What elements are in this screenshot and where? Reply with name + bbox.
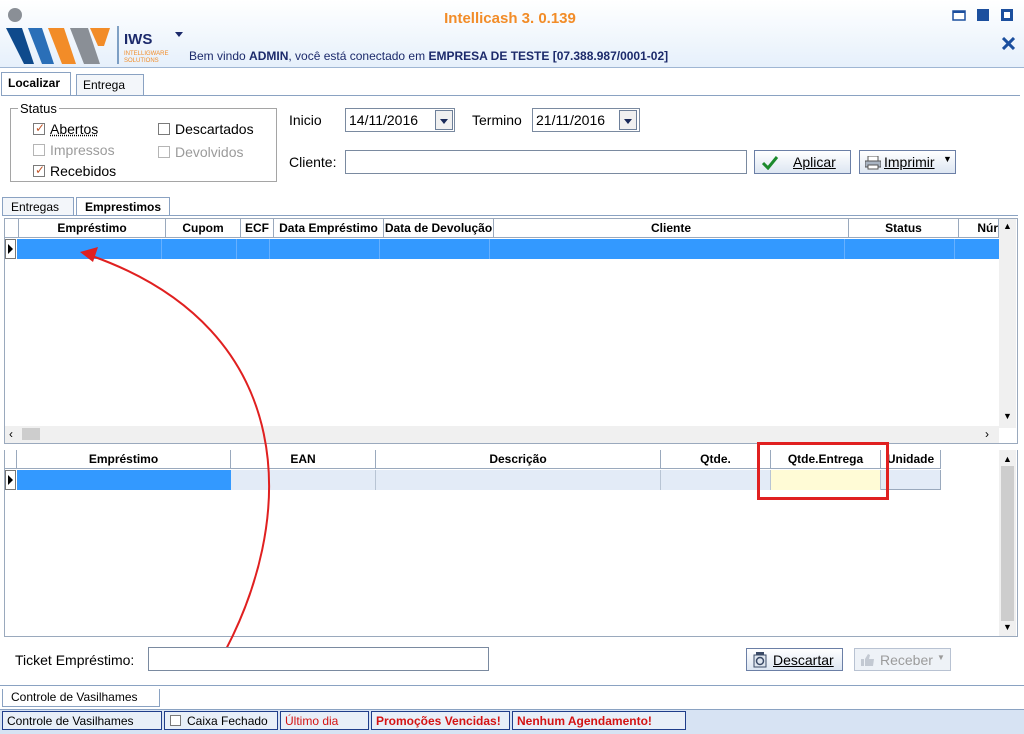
grid-header-emprestimo-item[interactable]: Empréstimo <box>17 450 231 469</box>
table-row-cell-emprestimo[interactable] <box>17 470 231 490</box>
grid-header-status[interactable]: Status <box>849 219 959 238</box>
emprestimos-grid: Empréstimo Cupom ECF Data Empréstimo Dat… <box>4 218 1018 444</box>
caixa-checkbox-icon <box>170 715 181 726</box>
svg-text:INTELLIGWARE: INTELLIGWARE <box>124 51 168 57</box>
status-legend: Status <box>18 101 59 116</box>
devolvidos-label: Devolvidos <box>175 144 244 160</box>
restore-icon[interactable] <box>1000 8 1014 22</box>
grid-header-numero[interactable]: Núr <box>959 219 999 238</box>
recebidos-checkbox[interactable] <box>33 163 45 177</box>
logo-text: IWS <box>124 31 152 48</box>
descartados-label: Descartados <box>175 121 254 137</box>
close-icon[interactable] <box>1002 37 1015 50</box>
logo-menu-dropdown-icon[interactable] <box>175 32 183 38</box>
vertical-scrollbar[interactable]: ▲ ▼ <box>999 219 1016 428</box>
table-row[interactable] <box>17 239 999 259</box>
status-caixa: Caixa Fechado <box>164 711 278 730</box>
cliente-input[interactable] <box>345 150 747 174</box>
grid-header-qtde[interactable]: Qtde. <box>661 450 771 469</box>
tab-localizar[interactable]: Localizar <box>1 72 71 96</box>
checkmark-icon <box>761 156 779 170</box>
divider <box>2 215 1018 216</box>
ticket-label: Ticket Empréstimo: <box>15 652 135 668</box>
grid-header-ean[interactable]: EAN <box>231 450 376 469</box>
grid-header-cupom[interactable]: Cupom <box>166 219 241 238</box>
inicio-dropdown-button[interactable] <box>435 110 453 130</box>
table-row-cell-ean[interactable] <box>231 470 376 490</box>
tab-entrega[interactable]: Entrega <box>76 74 144 96</box>
grid-header-unidade[interactable]: Unidade <box>881 450 941 469</box>
status-agendamento: Nenhum Agendamento! <box>512 711 686 730</box>
imprimir-button[interactable]: Imprimir ▼ <box>859 150 956 174</box>
tab-emprestimos[interactable]: Emprestimos <box>76 197 170 216</box>
receber-button: Receber ▼ <box>854 648 951 671</box>
inicio-label: Inicio <box>289 112 322 128</box>
descartados-checkbox[interactable] <box>158 123 170 135</box>
grid-header-descricao[interactable]: Descrição <box>376 450 661 469</box>
table-row-cell-qtde[interactable] <box>661 470 771 490</box>
abertos-checkbox[interactable] <box>33 121 45 135</box>
chevron-down-icon: ▼ <box>943 154 952 164</box>
impressos-label: Impressos <box>50 142 115 158</box>
termino-label: Termino <box>472 112 522 128</box>
annotation-highlight-box <box>757 442 889 500</box>
status-ultimo-dia: Último dia <box>280 711 369 730</box>
grid-header-data-emprestimo[interactable]: Data Empréstimo <box>274 219 384 238</box>
status-promocoes: Promoções Vencidas! <box>371 711 510 730</box>
horizontal-scrollbar[interactable]: ‹ › <box>5 426 999 443</box>
svg-text:SOLUTIONS: SOLUTIONS <box>124 58 159 64</box>
app-title: Intellicash 3. 0.139 <box>444 10 576 27</box>
row-indicator-icon <box>5 470 16 490</box>
ticket-input[interactable] <box>148 647 489 671</box>
table-row-cell-descricao[interactable] <box>376 470 661 490</box>
row-indicator-icon <box>5 239 16 259</box>
grid-header-data-devolucao[interactable]: Data de Devolução <box>384 219 494 238</box>
status-module: Controle de Vasilhames <box>2 711 162 730</box>
vertical-scrollbar[interactable]: ▲ ▼ <box>999 450 1016 636</box>
grid-header-ecf[interactable]: ECF <box>241 219 274 238</box>
table-row-cell-unidade[interactable] <box>881 470 941 490</box>
tab-entregas[interactable]: Entregas <box>2 197 74 216</box>
minimize-icon[interactable] <box>952 8 966 22</box>
printer-icon <box>865 156 881 170</box>
aplicar-button[interactable]: Aplicar <box>754 150 851 174</box>
termino-dropdown-button[interactable] <box>619 110 637 130</box>
abertos-label: Abertos <box>50 121 99 137</box>
divider <box>0 685 1024 686</box>
grid-header-cliente[interactable]: Cliente <box>494 219 849 238</box>
devolvidos-checkbox <box>158 146 170 158</box>
descartar-button[interactable]: Descartar <box>746 648 843 671</box>
grid-header-emprestimo[interactable]: Empréstimo <box>19 219 166 238</box>
grid-header-indicator <box>5 450 17 469</box>
iws-logo: IWS INTELLIGWARE SOLUTIONS <box>6 8 168 64</box>
welcome-message: Bem vindo ADMIN, você está conectado em … <box>189 49 669 63</box>
tab-controle-vasilhames[interactable]: Controle de Vasilhames <box>2 689 160 707</box>
recebidos-label: Recebidos <box>50 163 117 179</box>
cliente-label: Cliente: <box>289 154 337 170</box>
discard-icon <box>753 652 767 668</box>
chevron-down-icon: ▼ <box>937 653 945 662</box>
thumbs-up-icon <box>861 654 874 666</box>
maximize-icon[interactable] <box>976 8 990 22</box>
grid-header-indicator <box>5 219 19 238</box>
impressos-checkbox <box>33 144 45 156</box>
